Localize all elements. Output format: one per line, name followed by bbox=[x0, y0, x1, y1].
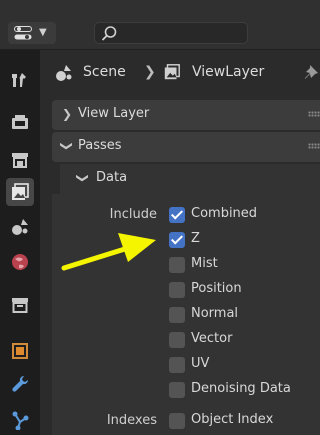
search-input[interactable] bbox=[94, 22, 248, 44]
properties-header: ▼ bbox=[0, 0, 320, 50]
checkbox[interactable] bbox=[169, 282, 185, 298]
tab-tool[interactable] bbox=[6, 66, 34, 94]
checkbox[interactable] bbox=[169, 257, 185, 273]
breadcrumb-view-layer: ViewLayer bbox=[192, 64, 265, 80]
pass-checkbox-row[interactable]: Object Index bbox=[169, 411, 319, 431]
pass-checkbox-row[interactable]: Combined bbox=[169, 205, 319, 225]
tab-object[interactable] bbox=[6, 337, 34, 365]
search-icon bbox=[101, 26, 117, 41]
view-layer-icon bbox=[164, 64, 180, 80]
tab-view-layer[interactable] bbox=[6, 178, 34, 206]
checkbox[interactable] bbox=[169, 207, 185, 223]
checkbox[interactable] bbox=[169, 307, 185, 323]
pass-checkbox-row[interactable]: Position bbox=[169, 280, 319, 300]
chevron-down-icon: ▼ bbox=[39, 27, 47, 38]
drag-handle-icon[interactable] bbox=[308, 111, 320, 117]
panel-view-layer-title: View Layer bbox=[78, 106, 150, 121]
drag-handle-icon[interactable] bbox=[308, 143, 320, 149]
particles-icon bbox=[12, 411, 29, 430]
checkbox[interactable] bbox=[169, 232, 185, 248]
checkbox[interactable] bbox=[169, 382, 185, 398]
world-icon bbox=[12, 254, 28, 270]
properties-tab-bar bbox=[0, 50, 40, 435]
view-layer-icon bbox=[12, 183, 29, 200]
pass-checkbox-row[interactable]: Z bbox=[169, 230, 319, 250]
tab-world[interactable] bbox=[6, 248, 34, 276]
chevron-down-icon: ❯ bbox=[76, 172, 91, 184]
editor-type-button[interactable]: ▼ bbox=[8, 22, 56, 44]
indexes-label: Indexes bbox=[106, 413, 157, 428]
checkbox-label: Position bbox=[191, 281, 242, 296]
tab-output[interactable] bbox=[6, 146, 34, 174]
pass-checkbox-row[interactable]: UV bbox=[169, 355, 319, 375]
panel-passes-title: Passes bbox=[78, 138, 122, 153]
subpanel-data[interactable]: ❯ Data bbox=[60, 164, 320, 194]
checkbox[interactable] bbox=[169, 332, 185, 348]
pass-checkbox-row[interactable]: Vector bbox=[169, 330, 319, 350]
include-label: Include bbox=[109, 207, 157, 222]
chevron-right-icon: ❯ bbox=[144, 64, 156, 80]
data-passes-body: Include Indexes Combined Z Mist Position Nor… bbox=[52, 194, 320, 435]
output-icon bbox=[12, 153, 28, 168]
checkbox-label: UV bbox=[191, 356, 210, 371]
panel-view-layer[interactable]: ❯ View Layer bbox=[52, 100, 320, 130]
pin-icon[interactable] bbox=[304, 64, 320, 82]
checkbox-label: Z bbox=[191, 231, 200, 246]
checkbox-label: Vector bbox=[191, 331, 233, 346]
checkbox-label: Denoising Data bbox=[191, 381, 291, 396]
scene-icon bbox=[12, 219, 28, 235]
pass-checkbox-row[interactable]: Denoising Data bbox=[169, 380, 319, 400]
pass-checkbox-row[interactable]: Mist bbox=[169, 255, 319, 275]
checkbox[interactable] bbox=[169, 357, 185, 373]
chevron-right-icon: ❯ bbox=[62, 107, 73, 121]
checkbox-label: Mist bbox=[191, 256, 218, 271]
editor-type-icon bbox=[14, 26, 32, 40]
collection-icon bbox=[12, 298, 28, 313]
render-icon bbox=[12, 115, 28, 129]
checkbox-label: Normal bbox=[191, 306, 239, 321]
breadcrumb-scene: Scene bbox=[83, 64, 126, 80]
tab-collection[interactable] bbox=[6, 291, 34, 319]
checkbox-label: Combined bbox=[191, 206, 258, 221]
chevron-down-icon: ❯ bbox=[60, 140, 75, 152]
tab-particles[interactable] bbox=[6, 406, 34, 434]
tab-scene[interactable] bbox=[6, 213, 34, 241]
panel-passes[interactable]: ❯ Passes bbox=[52, 132, 320, 162]
pass-checkbox-row[interactable]: Normal bbox=[169, 305, 319, 325]
wrench-icon bbox=[12, 375, 29, 392]
tool-icon bbox=[12, 73, 26, 87]
properties-editor: Scene ❯ ViewLayer ❯ View Layer ❯ Passes … bbox=[40, 50, 320, 435]
tab-render[interactable] bbox=[6, 108, 34, 136]
checkbox[interactable] bbox=[169, 413, 185, 429]
checkbox-label: Object Index bbox=[191, 412, 274, 427]
scene-icon bbox=[56, 65, 72, 81]
tab-modifiers[interactable] bbox=[6, 370, 34, 398]
subpanel-data-title: Data bbox=[96, 170, 128, 185]
object-icon bbox=[12, 343, 28, 359]
